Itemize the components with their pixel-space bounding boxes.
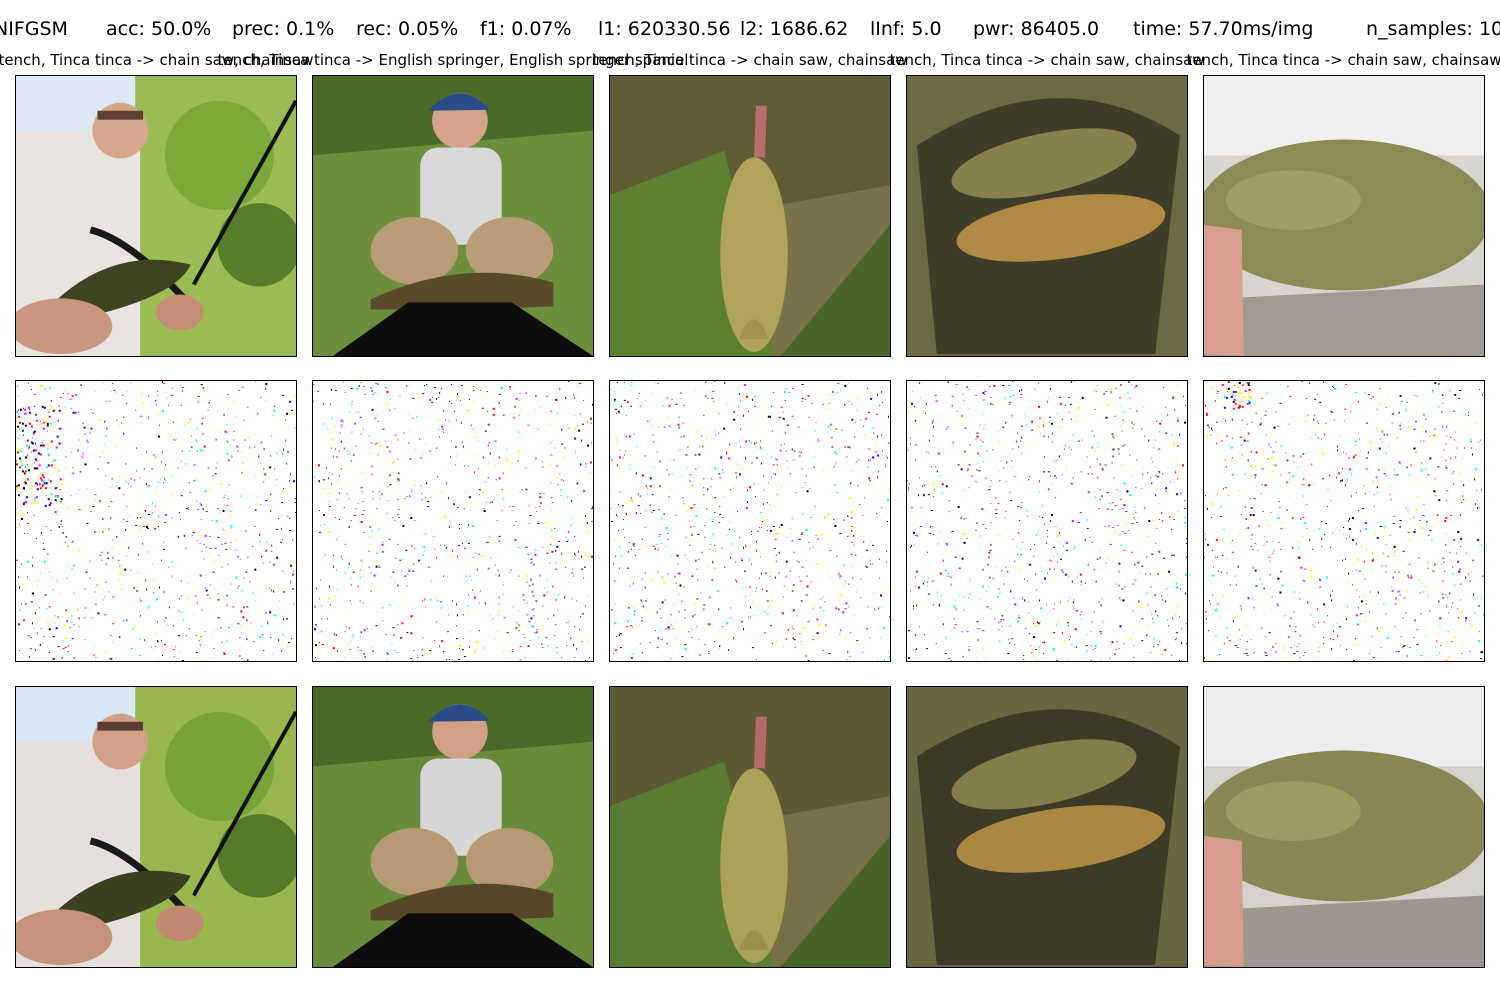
sample-count-stat: n_samples: 10 — [1366, 18, 1500, 40]
adversarial-image-2 — [312, 686, 594, 968]
perturbation-image-3 — [609, 380, 891, 662]
adversarial-image-1 — [15, 686, 297, 968]
adversarial-image-4 — [906, 686, 1188, 968]
tench-net-icon — [313, 76, 593, 356]
noise-icon — [16, 381, 296, 661]
perturbation-image-1 — [15, 380, 297, 662]
original-image-3 — [609, 75, 891, 357]
l1-stat: l1: 620330.56 — [598, 18, 731, 40]
power-stat: pwr: 86405.0 — [973, 18, 1100, 40]
caption-4: tench, Tinca tinca -> chain saw, chainsa… — [889, 51, 1205, 69]
tench-net-icon — [313, 687, 593, 967]
perturbation-image-5 — [1203, 380, 1485, 662]
tench-closeup-icon — [1204, 687, 1484, 967]
caption-row: tench, Tinca tinca -> chain saw, chainsa… — [0, 48, 1500, 76]
f1-stat: f1: 0.07% — [480, 18, 572, 40]
tench-hook-icon — [610, 76, 890, 356]
precision-stat: prec: 0.1% — [232, 18, 335, 40]
tench-pair-icon — [907, 76, 1187, 356]
tench-held-icon — [16, 76, 296, 356]
linf-stat: lInf: 5.0 — [870, 18, 942, 40]
noise-icon — [907, 381, 1187, 661]
caption-3: tench, Tinca tinca -> chain saw, chainsa… — [592, 51, 908, 69]
tench-hook-icon — [610, 687, 890, 967]
tench-pair-icon — [907, 687, 1187, 967]
perturbation-image-2 — [312, 380, 594, 662]
accuracy-stat: acc: 50.0% — [106, 18, 212, 40]
original-image-4 — [906, 75, 1188, 357]
adversarial-image-3 — [609, 686, 891, 968]
original-image-1 — [15, 75, 297, 357]
tench-held-icon — [16, 687, 296, 967]
time-stat: time: 57.70ms/img — [1133, 18, 1314, 40]
noise-icon — [313, 381, 593, 661]
attack-method: NIFGSM — [0, 18, 68, 40]
adversarial-image-5 — [1203, 686, 1485, 968]
caption-5: tench, Tinca tinca -> chain saw, chainsa… — [1186, 51, 1500, 69]
perturbation-image-4 — [906, 380, 1188, 662]
recall-stat: rec: 0.05% — [356, 18, 459, 40]
l2-stat: l2: 1686.62 — [740, 18, 849, 40]
noise-icon — [610, 381, 890, 661]
noise-icon — [1204, 381, 1484, 661]
original-image-5 — [1203, 75, 1485, 357]
tench-closeup-icon — [1204, 76, 1484, 356]
original-image-2 — [312, 75, 594, 357]
